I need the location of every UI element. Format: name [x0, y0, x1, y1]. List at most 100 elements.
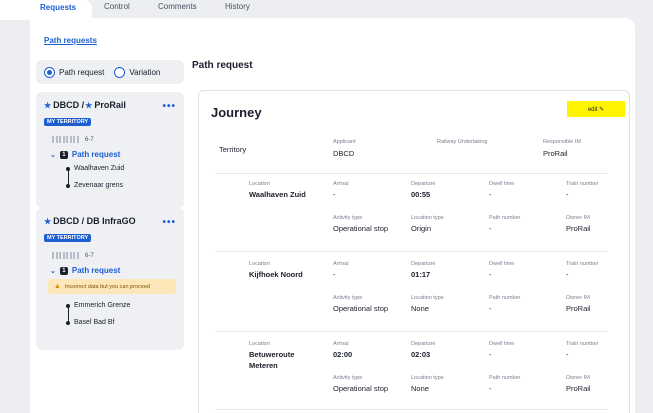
- warning-icon: ▲: [54, 283, 61, 290]
- departure-label: Departure: [411, 261, 436, 267]
- dwell-value: -: [489, 350, 492, 359]
- arrival-label: Arrival: [333, 261, 349, 267]
- activity-label: Activity type: [333, 295, 363, 301]
- location-label: Location: [249, 181, 270, 187]
- train-value: -: [566, 350, 569, 359]
- territory-badge: MY TERRITORY: [44, 118, 92, 126]
- path-label: Path number: [489, 215, 521, 221]
- days-indicator: 6-7: [52, 136, 176, 143]
- im-value: ProRail: [543, 149, 568, 158]
- owner-label: Owner IM: [566, 295, 590, 301]
- journey-card: Journey edit ✎ Territory Applicant DBCD …: [198, 90, 630, 413]
- content-panel: Path requests Path request Variation ★ D…: [30, 18, 635, 413]
- arrival-value: -: [333, 190, 336, 199]
- divider: [215, 409, 607, 410]
- dwell-value: -: [489, 270, 492, 279]
- train-value: -: [566, 190, 569, 199]
- activity-value: Operational stop: [333, 384, 389, 393]
- owner-label: Owner IM: [566, 375, 590, 381]
- path-request-toggle[interactable]: ⌄ 1 Path request: [50, 150, 176, 159]
- arrival-value: -: [333, 270, 336, 279]
- path-request-toggle[interactable]: ⌄ 1 Path request: [50, 266, 176, 275]
- card-title: ★ DBCD / ★ ProRail: [44, 100, 126, 110]
- page-title: Path request: [192, 60, 253, 71]
- location-name-line2: Meteren: [249, 361, 278, 370]
- list-item: Emmerich Grenze: [66, 300, 176, 311]
- more-options-icon[interactable]: •••: [162, 217, 176, 228]
- route-stops: Waalhaven Zuid Zevenaar grens: [66, 163, 176, 191]
- applicant-value: DBCD: [333, 149, 355, 158]
- arrival-label: Arrival: [333, 341, 349, 347]
- option-label: Path request: [59, 67, 105, 77]
- departure-value: 02:03: [411, 350, 431, 359]
- chevron-down-icon: ⌄: [50, 151, 56, 159]
- loctype-label: Location type: [411, 295, 444, 301]
- edit-button[interactable]: edit ✎: [567, 101, 625, 117]
- train-value: -: [566, 270, 569, 279]
- star-icon: ★: [44, 216, 52, 226]
- owner-value: ProRail: [566, 224, 591, 233]
- path-value: -: [489, 384, 492, 393]
- divider: [215, 331, 607, 332]
- applicant-label: Applicant: [333, 139, 356, 145]
- path-requests-link[interactable]: Path requests: [44, 36, 97, 45]
- owner-value: ProRail: [566, 304, 591, 313]
- ru-label: Railway Undertaking: [437, 139, 488, 145]
- request-card-dbinfrago[interactable]: ★ DBCD / DB InfraGO ••• MY TERRITORY 6-7…: [36, 208, 184, 350]
- list-item: Waalhaven Zuid: [66, 163, 176, 174]
- activity-label: Activity type: [333, 375, 363, 381]
- dwell-label: Dwell time: [489, 261, 515, 267]
- request-type-toggle: Path request Variation: [36, 60, 184, 84]
- more-options-icon[interactable]: •••: [162, 101, 176, 112]
- loctype-value: Origin: [411, 224, 432, 233]
- activity-value: Operational stop: [333, 304, 389, 313]
- warning-banner: ▲ Incorrect data but you can proceed: [48, 279, 176, 294]
- location-name: Kijfhoek Noord: [249, 270, 303, 279]
- tab-comments[interactable]: Comments: [158, 2, 197, 11]
- star-icon: ★: [44, 100, 52, 110]
- option-variation[interactable]: Variation: [114, 66, 161, 78]
- divider: [215, 173, 607, 174]
- territory-label: Territory: [219, 145, 247, 154]
- train-label: Train number: [566, 181, 599, 187]
- loctype-label: Location type: [411, 375, 444, 381]
- activity-label: Activity type: [333, 215, 363, 221]
- tab-control[interactable]: Control: [104, 2, 130, 11]
- location-name: Betuweroute: [249, 350, 295, 359]
- radio-selected-icon[interactable]: [44, 66, 55, 78]
- location-label: Location: [249, 341, 270, 347]
- request-card-prorail[interactable]: ★ DBCD / ★ ProRail ••• MY TERRITORY 6-7 …: [36, 92, 184, 208]
- list-item: Basel Bad Bf: [66, 317, 176, 328]
- territory-badge: MY TERRITORY: [44, 234, 92, 242]
- option-path-request[interactable]: Path request: [44, 66, 105, 78]
- option-label: Variation: [129, 67, 161, 77]
- chevron-down-icon: ⌄: [50, 267, 56, 275]
- location-name: Waalhaven Zuid: [249, 190, 306, 199]
- days-indicator: 6-7: [52, 252, 176, 259]
- path-label: Path number: [489, 295, 521, 301]
- loctype-value: None: [411, 304, 429, 313]
- arrival-value: 02:00: [333, 350, 353, 359]
- location-label: Location: [249, 261, 270, 267]
- im-label: Responsible IM: [543, 139, 581, 145]
- tab-history[interactable]: History: [225, 2, 250, 11]
- divider: [215, 251, 607, 252]
- loctype-label: Location type: [411, 215, 444, 221]
- tab-requests[interactable]: Requests: [0, 0, 92, 20]
- path-label: Path number: [489, 375, 521, 381]
- train-label: Train number: [566, 261, 599, 267]
- arrival-label: Arrival: [333, 181, 349, 187]
- path-value: -: [489, 304, 492, 313]
- route-stops: Emmerich Grenze Basel Bad Bf: [66, 300, 176, 328]
- path-value: -: [489, 224, 492, 233]
- journey-title: Journey: [211, 105, 262, 120]
- dwell-label: Dwell time: [489, 181, 515, 187]
- train-label: Train number: [566, 341, 599, 347]
- activity-value: Operational stop: [333, 224, 389, 233]
- radio-icon[interactable]: [114, 66, 126, 78]
- departure-value: 00:55: [411, 190, 431, 199]
- departure-label: Departure: [411, 341, 436, 347]
- dwell-label: Dwell time: [489, 341, 515, 347]
- list-item: Zevenaar grens: [66, 180, 176, 191]
- departure-label: Departure: [411, 181, 436, 187]
